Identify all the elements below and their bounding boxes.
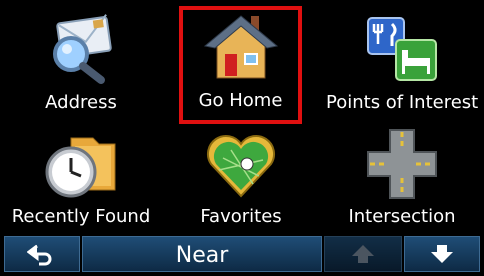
go-home-button[interactable]: Go Home [179,6,302,124]
scroll-up-button[interactable] [324,236,402,272]
favorites-button[interactable]: Favorites [166,122,316,234]
tile-label-favorites: Favorites [200,206,282,227]
back-arrow-icon [27,244,52,266]
favorites-heart-icon [206,135,276,198]
tile-label-points-of-interest: Points of Interest [326,92,479,113]
scroll-down-button[interactable] [404,236,480,272]
near-button[interactable]: Near [82,236,322,272]
tile-label-intersection: Intersection [348,206,456,227]
down-arrow-icon [431,245,453,263]
back-button[interactable] [4,236,80,272]
tile-label-recently-found: Recently Found [11,206,151,227]
near-label: Near [175,243,229,268]
recently-found-button[interactable]: Recently Found [6,122,156,234]
address-button[interactable]: Address [6,8,156,120]
bottom-toolbar: Near [4,236,480,272]
tile-label-go-home: Go Home [198,90,283,111]
points-of-interest-icon [367,17,437,81]
house-icon [203,15,278,79]
intersection-icon [367,129,437,199]
intersection-button[interactable]: Intersection [326,122,478,234]
up-arrow-icon [352,245,374,263]
address-icon [53,14,112,84]
tile-label-address: Address [45,92,117,113]
recently-found-icon [45,137,116,198]
points-of-interest-button[interactable]: Points of Interest [326,8,478,120]
search-menu-screen: Address Go Home Points of Interest Recen… [0,0,484,276]
